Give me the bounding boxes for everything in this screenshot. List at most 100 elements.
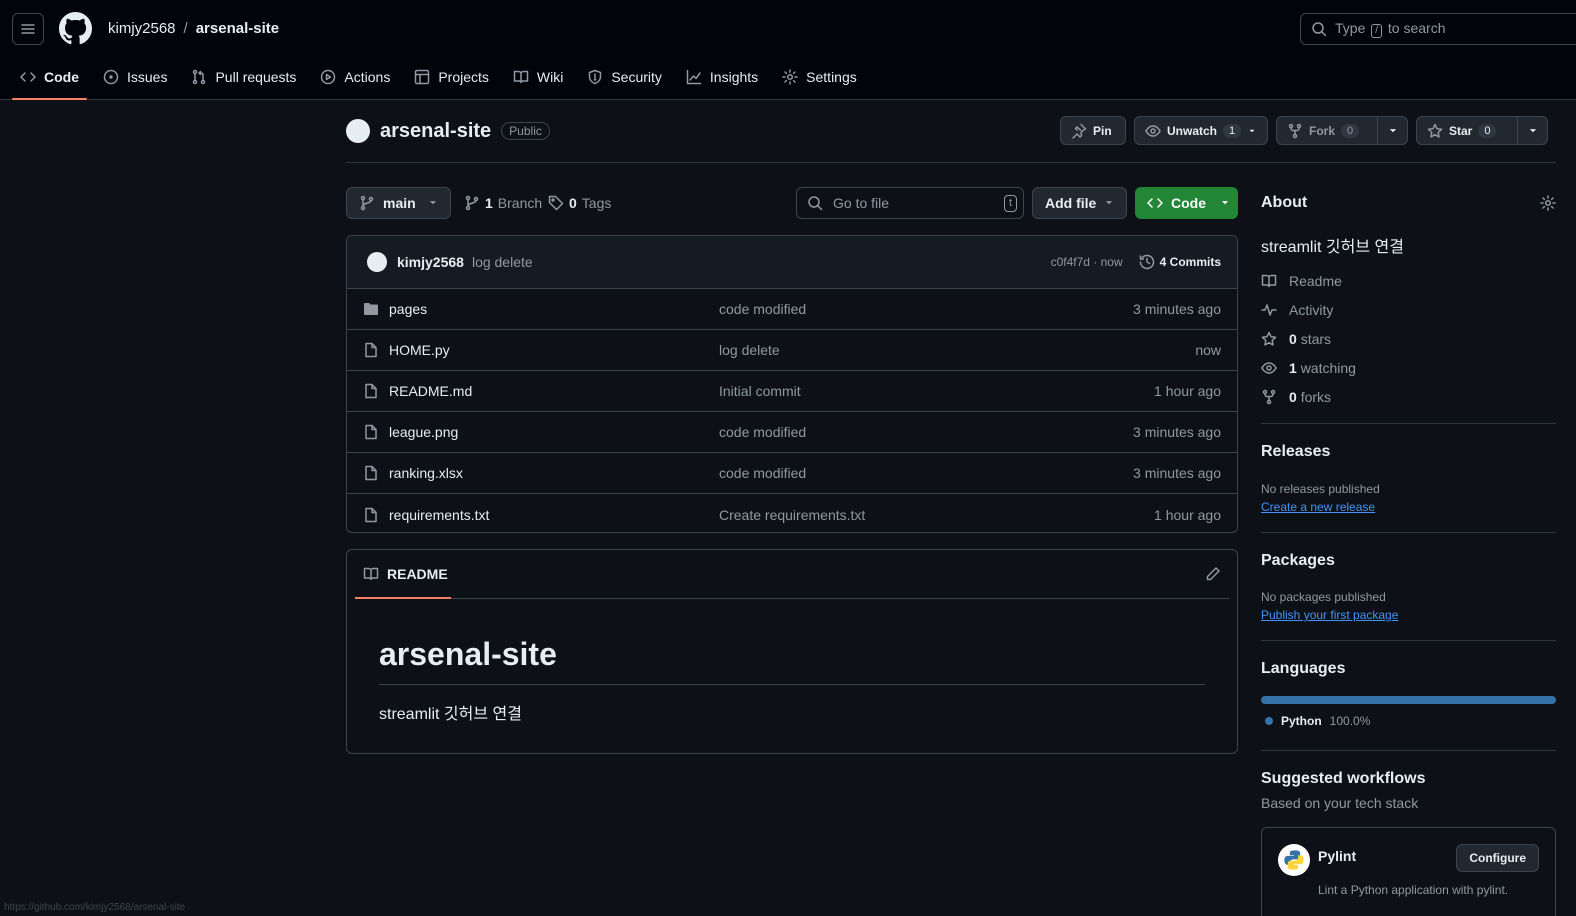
tab-security[interactable]: Security [579,60,670,93]
file-commit-message-link[interactable]: Create requirements.txt [719,507,865,523]
branch-name: main [383,195,416,211]
publish-package-link[interactable]: Publish your first package [1261,608,1398,622]
hamburger-icon [21,24,35,34]
branch-select-button[interactable]: main [346,187,451,219]
add-file-button[interactable]: Add file [1032,187,1127,219]
sidebar-divider [1261,423,1556,424]
language-color-dot [1265,717,1273,725]
readme-link-label: Readme [1289,273,1342,289]
star-icon [1427,123,1443,138]
tab-pull-requests[interactable]: Pull requests [183,60,304,93]
create-release-link[interactable]: Create a new release [1261,500,1375,514]
about-title: About [1261,194,1308,211]
repo-name[interactable]: arsenal-site [380,120,491,143]
fork-dropdown-button[interactable] [1377,117,1407,144]
table-row[interactable]: pages code modified 3 minutes ago [347,289,1237,330]
readme-link[interactable]: Readme [1261,273,1342,289]
stars-label: stars [1300,331,1332,347]
tab-projects[interactable]: Projects [406,60,497,93]
chevron-down-icon [1221,201,1229,205]
file-name-link[interactable]: README.md [389,383,472,399]
breadcrumb: kimjy2568 / arsenal-site [108,20,279,37]
workflow-name: Pylint [1318,848,1357,864]
file-commit-time: now [1195,342,1221,358]
table-row[interactable]: requirements.txt Create requirements.txt… [347,494,1237,532]
language-bar [1261,696,1556,704]
table-row[interactable]: README.md Initial commit 1 hour ago [347,371,1237,412]
tab-code[interactable]: Code [12,60,87,100]
pin-button[interactable]: Pin [1060,116,1126,145]
file-commit-message-link[interactable]: log delete [719,342,780,358]
commit-author-link[interactable]: kimjy2568 [397,254,464,270]
table-row[interactable]: ranking.xlsx code modified 3 minutes ago [347,453,1237,494]
branch-label: Branch [497,195,543,211]
releases-title[interactable]: Releases [1261,443,1330,461]
commit-message-link[interactable]: log delete [472,254,533,270]
readme-tab[interactable]: README [355,550,1229,599]
tab-issues[interactable]: Issues [95,60,175,93]
tab-actions[interactable]: Actions [312,60,398,93]
language-name: Python [1281,714,1322,728]
file-commit-message-link[interactable]: code modified [719,301,806,317]
stars-count: 0 [1289,331,1297,347]
tab-settings[interactable]: Settings [774,60,865,93]
tab-insights[interactable]: Insights [678,60,766,93]
commits-link[interactable]: 4 Commits [1139,254,1221,270]
file-commit-message-link[interactable]: Initial commit [719,383,801,399]
file-name-link[interactable]: HOME.py [389,342,450,358]
file-name-link[interactable]: league.png [389,424,458,440]
packages-title[interactable]: Packages [1261,552,1335,570]
branches-link[interactable]: 1 Branch [464,195,542,211]
file-name-link[interactable]: requirements.txt [389,507,489,523]
file-icon [365,507,377,522]
file-commit-time: 1 hour ago [1154,383,1221,399]
stars-link[interactable]: 0 stars [1261,331,1331,347]
tab-label: Pull requests [215,68,297,85]
tab-label: Issues [127,68,168,85]
menu-button[interactable] [12,13,44,45]
configure-button[interactable]: Configure [1456,844,1539,872]
repo-owner-avatar[interactable] [346,119,370,143]
unwatch-button[interactable]: Unwatch 1 [1134,116,1268,145]
table-row[interactable]: HOME.py log delete now [347,330,1237,371]
breadcrumb-separator: / [183,20,188,37]
file-commit-message-link[interactable]: code modified [719,465,806,481]
star-dropdown-button[interactable] [1517,117,1547,144]
go-to-file-input[interactable]: Go to file t [796,187,1024,219]
visibility-badge: Public [501,122,550,140]
language-item[interactable]: Python 100.0% [1265,714,1370,728]
tab-wiki[interactable]: Wiki [505,60,571,93]
title-divider [346,162,1556,163]
tags-link[interactable]: 0 Tags [548,195,611,211]
table-row[interactable]: league.png code modified 3 minutes ago [347,412,1237,453]
star-counter: 0 [1478,123,1497,138]
file-commit-time: 3 minutes ago [1133,301,1221,317]
pencil-icon[interactable] [1205,566,1221,582]
fork-label: Fork [1309,123,1336,138]
fork-button[interactable]: Fork 0 [1276,116,1408,145]
code-dropdown-button[interactable]: Code [1135,187,1238,219]
forks-link[interactable]: 0 forks [1261,389,1331,405]
file-name-link[interactable]: pages [389,301,427,317]
github-logo-icon[interactable] [59,12,92,45]
breadcrumb-repo-link[interactable]: arsenal-site [196,20,279,37]
go-to-file-placeholder: Go to file [833,195,890,211]
commit-hash-time[interactable]: c0f4f7d · now [1051,255,1123,269]
star-button[interactable]: Star 0 [1416,116,1548,145]
file-name-link[interactable]: ranking.xlsx [389,465,463,481]
watching-link[interactable]: 1 watching [1261,360,1356,376]
commit-author-avatar[interactable] [367,252,387,272]
star-icon [1261,331,1277,346]
activity-link[interactable]: Activity [1261,302,1333,318]
chevron-down-icon [1249,129,1255,132]
gear-icon[interactable] [1540,195,1556,211]
file-browser: kimjy2568 log delete c0f4f7d · now 4 Com… [346,235,1238,533]
play-icon [321,69,336,84]
breadcrumb-owner-link[interactable]: kimjy2568 [108,20,176,37]
watching-label: watching [1300,360,1356,376]
file-commit-message-link[interactable]: code modified [719,424,806,440]
go-to-file-shortcut-key: t [1003,195,1017,212]
eye-icon [1145,124,1161,137]
search-input[interactable]: Type / to search [1300,13,1576,45]
tab-label: Wiki [536,68,564,85]
